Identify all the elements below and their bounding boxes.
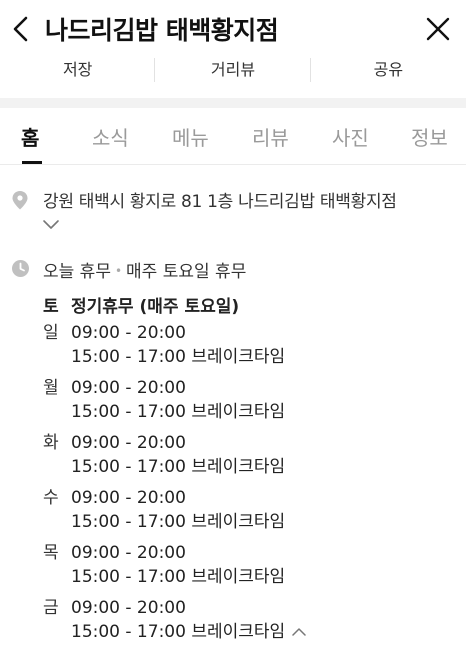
tab-menu[interactable]: 메뉴	[172, 122, 209, 151]
open-hours: 09:00 - 20:00	[71, 323, 186, 343]
chevron-down-icon[interactable]	[42, 217, 60, 231]
tab-info[interactable]: 정보	[411, 122, 448, 151]
chevron-up-icon[interactable]	[291, 626, 307, 638]
hours-row-sun: 일 09:00 - 20:00 15:00 - 17:00 브레이크타임	[43, 321, 285, 369]
tab-home[interactable]: 홈	[21, 122, 39, 151]
share-button[interactable]: 공유	[311, 58, 466, 88]
holiday-text: 정기휴무 (매주 토요일)	[71, 297, 240, 317]
today-status: 오늘 휴무 • 매주 토요일 휴무	[43, 257, 246, 282]
action-bar: 저장 거리뷰 공유	[0, 58, 466, 88]
break-time: 15:00 - 17:00 브레이크타임	[71, 622, 286, 642]
active-tab-indicator	[22, 161, 42, 164]
location-pin-icon	[12, 191, 28, 210]
hours-row-thu: 목 09:00 - 20:00 15:00 - 17:00 브레이크타임	[43, 541, 285, 589]
day-label: 월	[43, 378, 59, 398]
close-icon[interactable]	[422, 13, 454, 45]
open-hours: 09:00 - 20:00	[71, 543, 186, 563]
hours-row-wed: 수 09:00 - 20:00 15:00 - 17:00 브레이크타임	[43, 486, 285, 534]
hours-row-mon: 월 09:00 - 20:00 15:00 - 17:00 브레이크타임	[43, 376, 285, 424]
tab-photos[interactable]: 사진	[332, 122, 369, 151]
break-time: 15:00 - 17:00 브레이크타임	[71, 567, 286, 587]
top-bar: 나드리김밥 태백황지점	[0, 0, 466, 58]
day-label: 목	[43, 543, 59, 563]
separator-dot: •	[114, 264, 123, 278]
open-hours: 09:00 - 20:00	[71, 433, 186, 453]
day-label: 수	[43, 488, 59, 508]
break-time: 15:00 - 17:00 브레이크타임	[71, 512, 286, 532]
chevron-left-icon[interactable]	[6, 12, 38, 46]
address-text: 강원 태백시 황지로 81 1층 나드리김밥 태백황지점	[43, 192, 397, 212]
break-time: 15:00 - 17:00 브레이크타임	[71, 347, 286, 367]
tab-reviews[interactable]: 리뷰	[252, 122, 289, 151]
holiday-row: 토 정기휴무 (매주 토요일)	[43, 292, 239, 317]
clock-icon	[12, 260, 29, 277]
hours-row-tue: 화 09:00 - 20:00 15:00 - 17:00 브레이크타임	[43, 431, 285, 479]
open-hours: 09:00 - 20:00	[71, 378, 186, 398]
today-label: 오늘 휴무	[43, 262, 111, 282]
tab-bar: 홈 소식 메뉴 리뷰 사진 정보	[0, 108, 466, 165]
street-view-button[interactable]: 거리뷰	[155, 58, 311, 88]
section-divider	[0, 98, 466, 108]
page-title: 나드리김밥 태백황지점	[45, 16, 279, 45]
day-label: 화	[43, 433, 59, 453]
hours-row-fri: 금 09:00 - 20:00 15:00 - 17:00 브레이크타임	[43, 596, 307, 644]
day-label: 금	[43, 598, 59, 618]
break-time: 15:00 - 17:00 브레이크타임	[71, 402, 286, 422]
today-detail: 매주 토요일 휴무	[126, 262, 247, 282]
open-hours: 09:00 - 20:00	[71, 598, 186, 618]
open-hours: 09:00 - 20:00	[71, 488, 186, 508]
save-button[interactable]: 저장	[0, 58, 156, 88]
day-label: 토	[43, 297, 59, 317]
tab-news[interactable]: 소식	[92, 122, 129, 151]
day-label: 일	[43, 323, 59, 343]
break-time: 15:00 - 17:00 브레이크타임	[71, 457, 286, 477]
